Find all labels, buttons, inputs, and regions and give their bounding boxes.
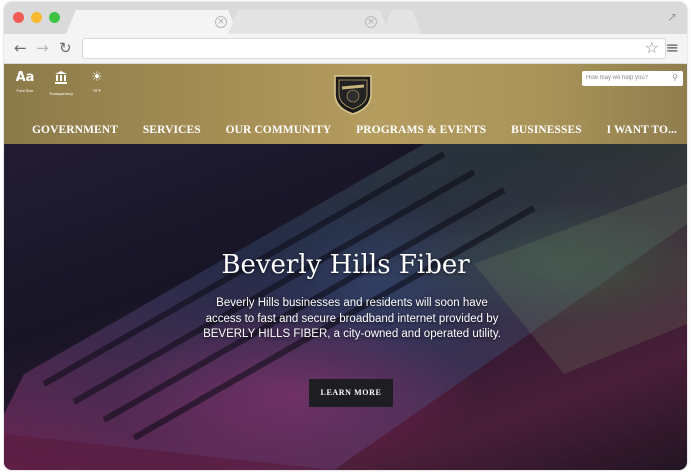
font-size-label: Font Size — [16, 88, 34, 93]
nav-i-want-to[interactable]: I WANT TO... — [607, 118, 677, 144]
search-icon[interactable]: ⚲ — [672, 73, 678, 82]
nav-our-community[interactable]: OUR COMMUNITY — [226, 118, 332, 144]
city-seal-logo[interactable] — [332, 72, 374, 116]
browser-tab[interactable]: × — [228, 10, 390, 34]
font-size-icon: Aa — [15, 70, 35, 85]
address-bar[interactable] — [82, 38, 666, 59]
new-tab-button[interactable] — [382, 10, 422, 34]
transparency-tool[interactable]: Transparency — [46, 70, 76, 96]
hero-banner: Beverly Hills Fiber Beverly Hills busine… — [4, 144, 687, 470]
learn-more-button[interactable]: LEARN MORE — [309, 379, 393, 407]
hero-description: Beverly Hills businesses and residents w… — [203, 297, 501, 340]
tab-strip: × × ↗ — [4, 2, 687, 34]
search-input[interactable] — [586, 75, 666, 81]
site-search[interactable]: ⚲ — [582, 71, 683, 86]
minimize-window-button[interactable] — [31, 12, 42, 23]
close-window-button[interactable] — [13, 12, 24, 23]
browser-toolbar: ← → ↻ ☆ ≡ — [4, 34, 687, 64]
accessibility-tools: Aa Font Size Transparency ☀ 76°F — [10, 70, 112, 96]
tab-close-icon[interactable]: × — [215, 16, 227, 28]
transparency-icon — [46, 70, 76, 89]
browser-tab-active[interactable]: × — [66, 10, 238, 34]
font-size-tool[interactable]: Aa Font Size — [10, 70, 40, 96]
nav-programs-events[interactable]: PROGRAMS & EVENTS — [356, 118, 486, 144]
fullscreen-icon[interactable]: ↗ — [667, 10, 677, 24]
tab-close-icon[interactable]: × — [365, 16, 377, 28]
browser-menu-icon[interactable]: ≡ — [666, 38, 679, 57]
nav-government[interactable]: GOVERNMENT — [32, 118, 118, 144]
weather-icon: ☀ — [91, 70, 103, 85]
transparency-label: Transparency — [48, 91, 74, 96]
nav-services[interactable]: SERVICES — [143, 118, 201, 144]
browser-window: × × ↗ ← → ↻ ☆ ≡ Aa Font Size Transparenc… — [4, 2, 687, 470]
maximize-window-button[interactable] — [49, 12, 60, 23]
back-button[interactable]: ← — [14, 39, 27, 57]
nav-businesses[interactable]: BUSINESSES — [511, 118, 582, 144]
weather-label: 76°F — [92, 88, 102, 93]
weather-tool[interactable]: ☀ 76°F — [82, 70, 112, 96]
reload-button[interactable]: ↻ — [59, 39, 72, 57]
bookmark-star-icon[interactable]: ☆ — [645, 38, 659, 57]
forward-button[interactable]: → — [36, 39, 49, 57]
main-nav: GOVERNMENT SERVICES OUR COMMUNITY PROGRA… — [4, 118, 687, 144]
site-header: Aa Font Size Transparency ☀ 76°F How may… — [4, 64, 687, 144]
hero-title: Beverly Hills Fiber — [221, 250, 470, 280]
